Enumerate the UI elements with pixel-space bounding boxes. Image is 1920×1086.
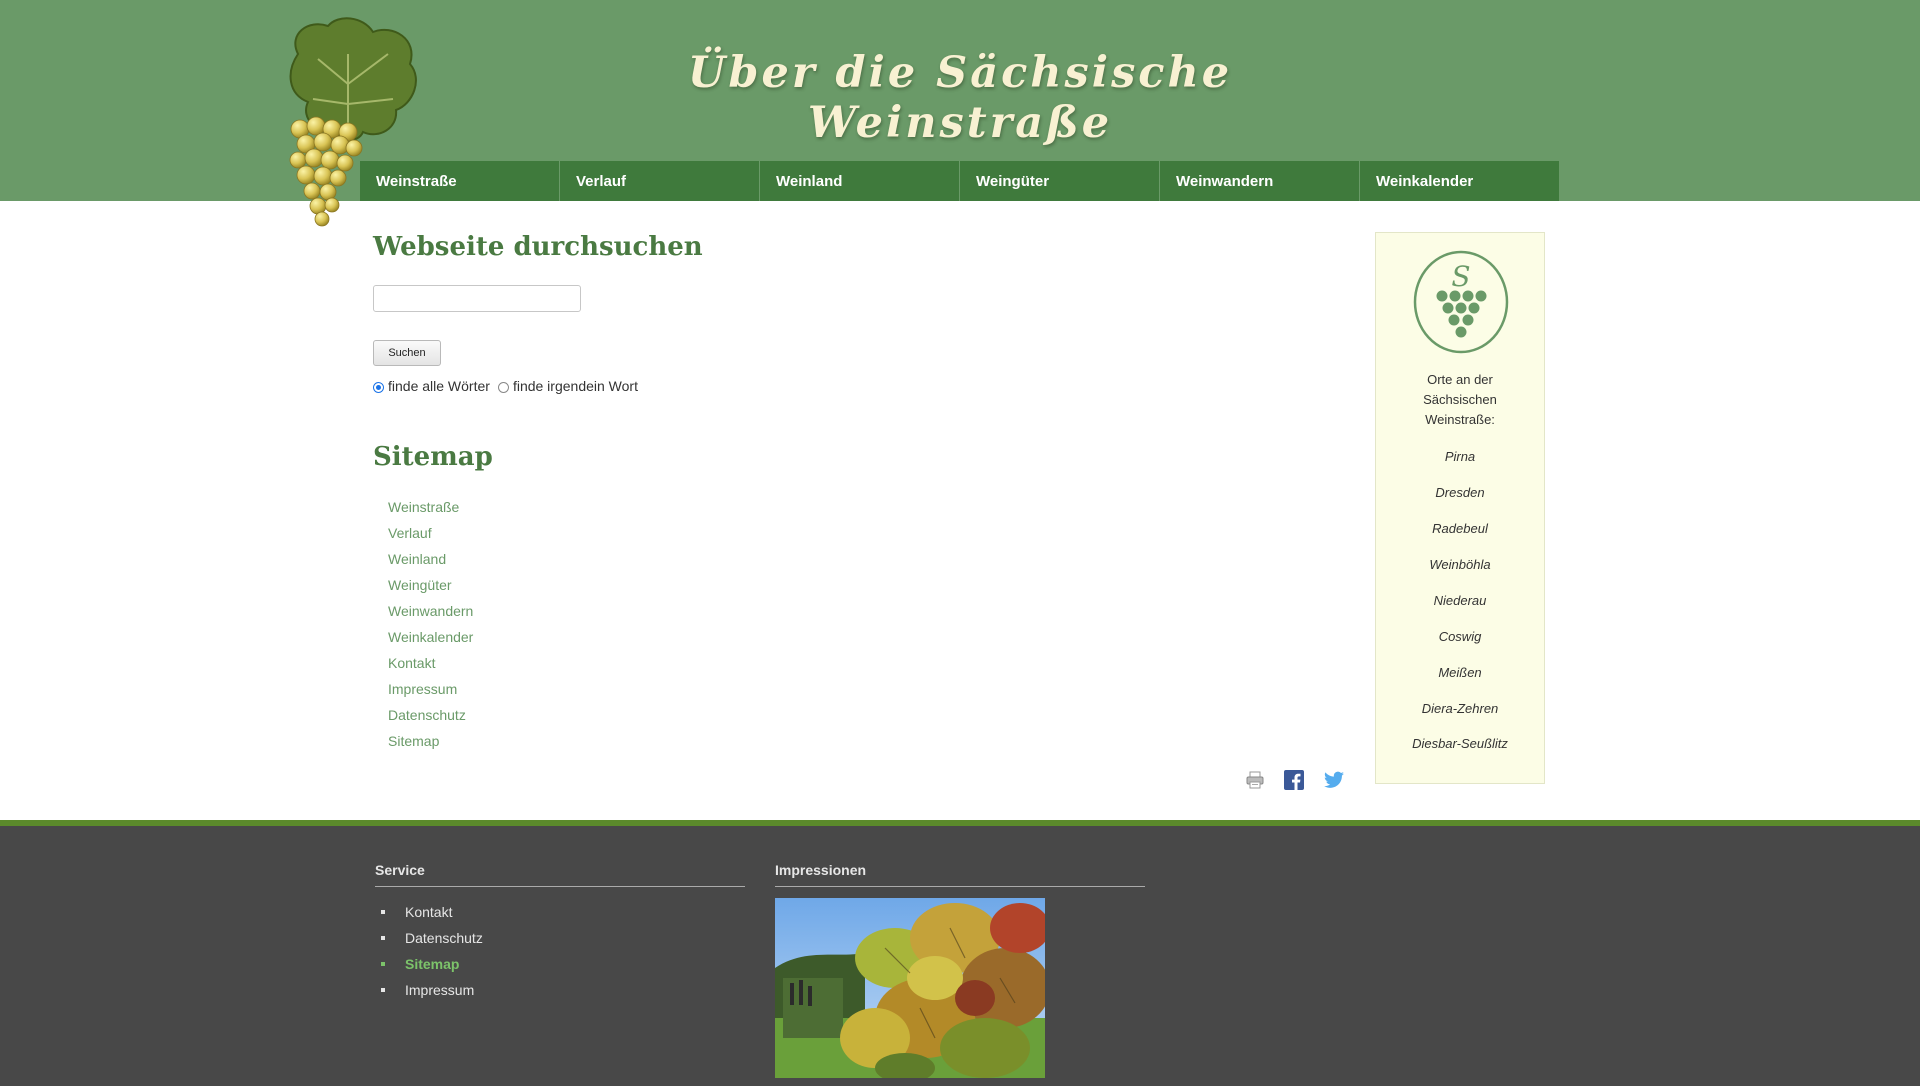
footer-link-datenschutz[interactable]: Datenschutz [375, 925, 483, 951]
nav-item-weingueter[interactable]: Weingüter [960, 161, 1159, 201]
place-item: Niederau [1433, 593, 1487, 608]
footer-service-list: Kontakt Datenschutz Sitemap Impressum [375, 899, 483, 1003]
sitemap-link[interactable]: Weingüter [388, 572, 473, 598]
place-item: Weinböhla [1429, 557, 1491, 572]
sitemap-link[interactable]: Verlauf [388, 520, 473, 546]
sidebar-heading-line: Orte an der [1427, 372, 1493, 387]
radio-any-word-label[interactable]: finde irgendein Wort [513, 378, 638, 394]
search-input[interactable] [373, 285, 581, 312]
place-item: Pirna [1444, 449, 1476, 464]
sitemap-link[interactable]: Weinwandern [388, 598, 473, 624]
radio-all-words-label[interactable]: finde alle Wörter [388, 378, 490, 394]
sitemap-link[interactable]: Sitemap [388, 728, 473, 754]
site-title: Über die Sächsische Weinstraße [687, 48, 1233, 148]
footer-service-title: Service [375, 862, 425, 878]
footer-link-kontakt[interactable]: Kontakt [375, 899, 483, 925]
twitter-icon[interactable] [1324, 771, 1344, 789]
sidebar-heading-line: Sächsischen [1423, 392, 1497, 407]
sitemap-link[interactable]: Datenschutz [388, 702, 473, 728]
grape-logo-icon[interactable] [278, 14, 423, 229]
sitemap-list: Weinstraße Verlauf Weinland Weingüter We… [388, 494, 473, 754]
radio-any-word[interactable] [497, 382, 509, 393]
sidebar-heading-line: Weinstraße: [1425, 412, 1495, 427]
place-item: Diera-Zehren [1421, 701, 1499, 716]
place-item: Diesbar-Seußlitz [1412, 736, 1508, 751]
search-button[interactable]: Suchen [373, 340, 441, 366]
footer-divider [775, 886, 1145, 887]
sitemap-heading: Sitemap [373, 442, 493, 472]
place-item: Meißen [1438, 665, 1482, 680]
emblem-letter: S [1451, 260, 1470, 293]
sitemap-link[interactable]: Impressum [388, 676, 473, 702]
footer-link-sitemap[interactable]: Sitemap [375, 951, 483, 977]
sitemap-link[interactable]: Weinkalender [388, 624, 473, 650]
footer-divider [375, 886, 745, 887]
site-footer: Service Kontakt Datenschutz Sitemap Impr… [0, 820, 1920, 1086]
place-item: Radebeul [1432, 521, 1488, 536]
radio-all-words[interactable] [373, 382, 384, 393]
sidebar-heading: Orte an der Sächsischen Weinstraße: [1376, 370, 1544, 430]
share-bar [1246, 770, 1344, 790]
footer-link-impressum[interactable]: Impressum [375, 977, 483, 1003]
sitemap-link[interactable]: Weinland [388, 546, 473, 572]
nav-item-verlauf[interactable]: Verlauf [560, 161, 759, 201]
main-nav: Weinstraße Verlauf Weinland Weingüter We… [360, 161, 1559, 201]
sitemap-link[interactable]: Weinstraße [388, 494, 473, 520]
sitemap-link[interactable]: Kontakt [388, 650, 473, 676]
facebook-icon[interactable] [1284, 770, 1304, 790]
footer-impressions-title: Impressionen [775, 862, 867, 878]
search-mode-options: finde alle Wörter finde irgendein Wort [373, 378, 646, 394]
impression-photo[interactable] [775, 898, 1045, 1078]
grape-emblem-icon: S [1413, 250, 1509, 354]
nav-item-weinkalender[interactable]: Weinkalender [1360, 161, 1559, 201]
places-sidebar: S Orte an der Sächsischen Weinstraße: Pi… [1375, 232, 1545, 784]
search-heading: Webseite durchsuchen [373, 232, 703, 262]
vineyard-photo-image [775, 898, 1045, 1078]
nav-item-weinwandern[interactable]: Weinwandern [1160, 161, 1359, 201]
place-item: Coswig [1438, 629, 1482, 644]
print-icon[interactable] [1246, 771, 1264, 789]
nav-item-weinland[interactable]: Weinland [760, 161, 959, 201]
place-item: Dresden [1435, 485, 1485, 500]
